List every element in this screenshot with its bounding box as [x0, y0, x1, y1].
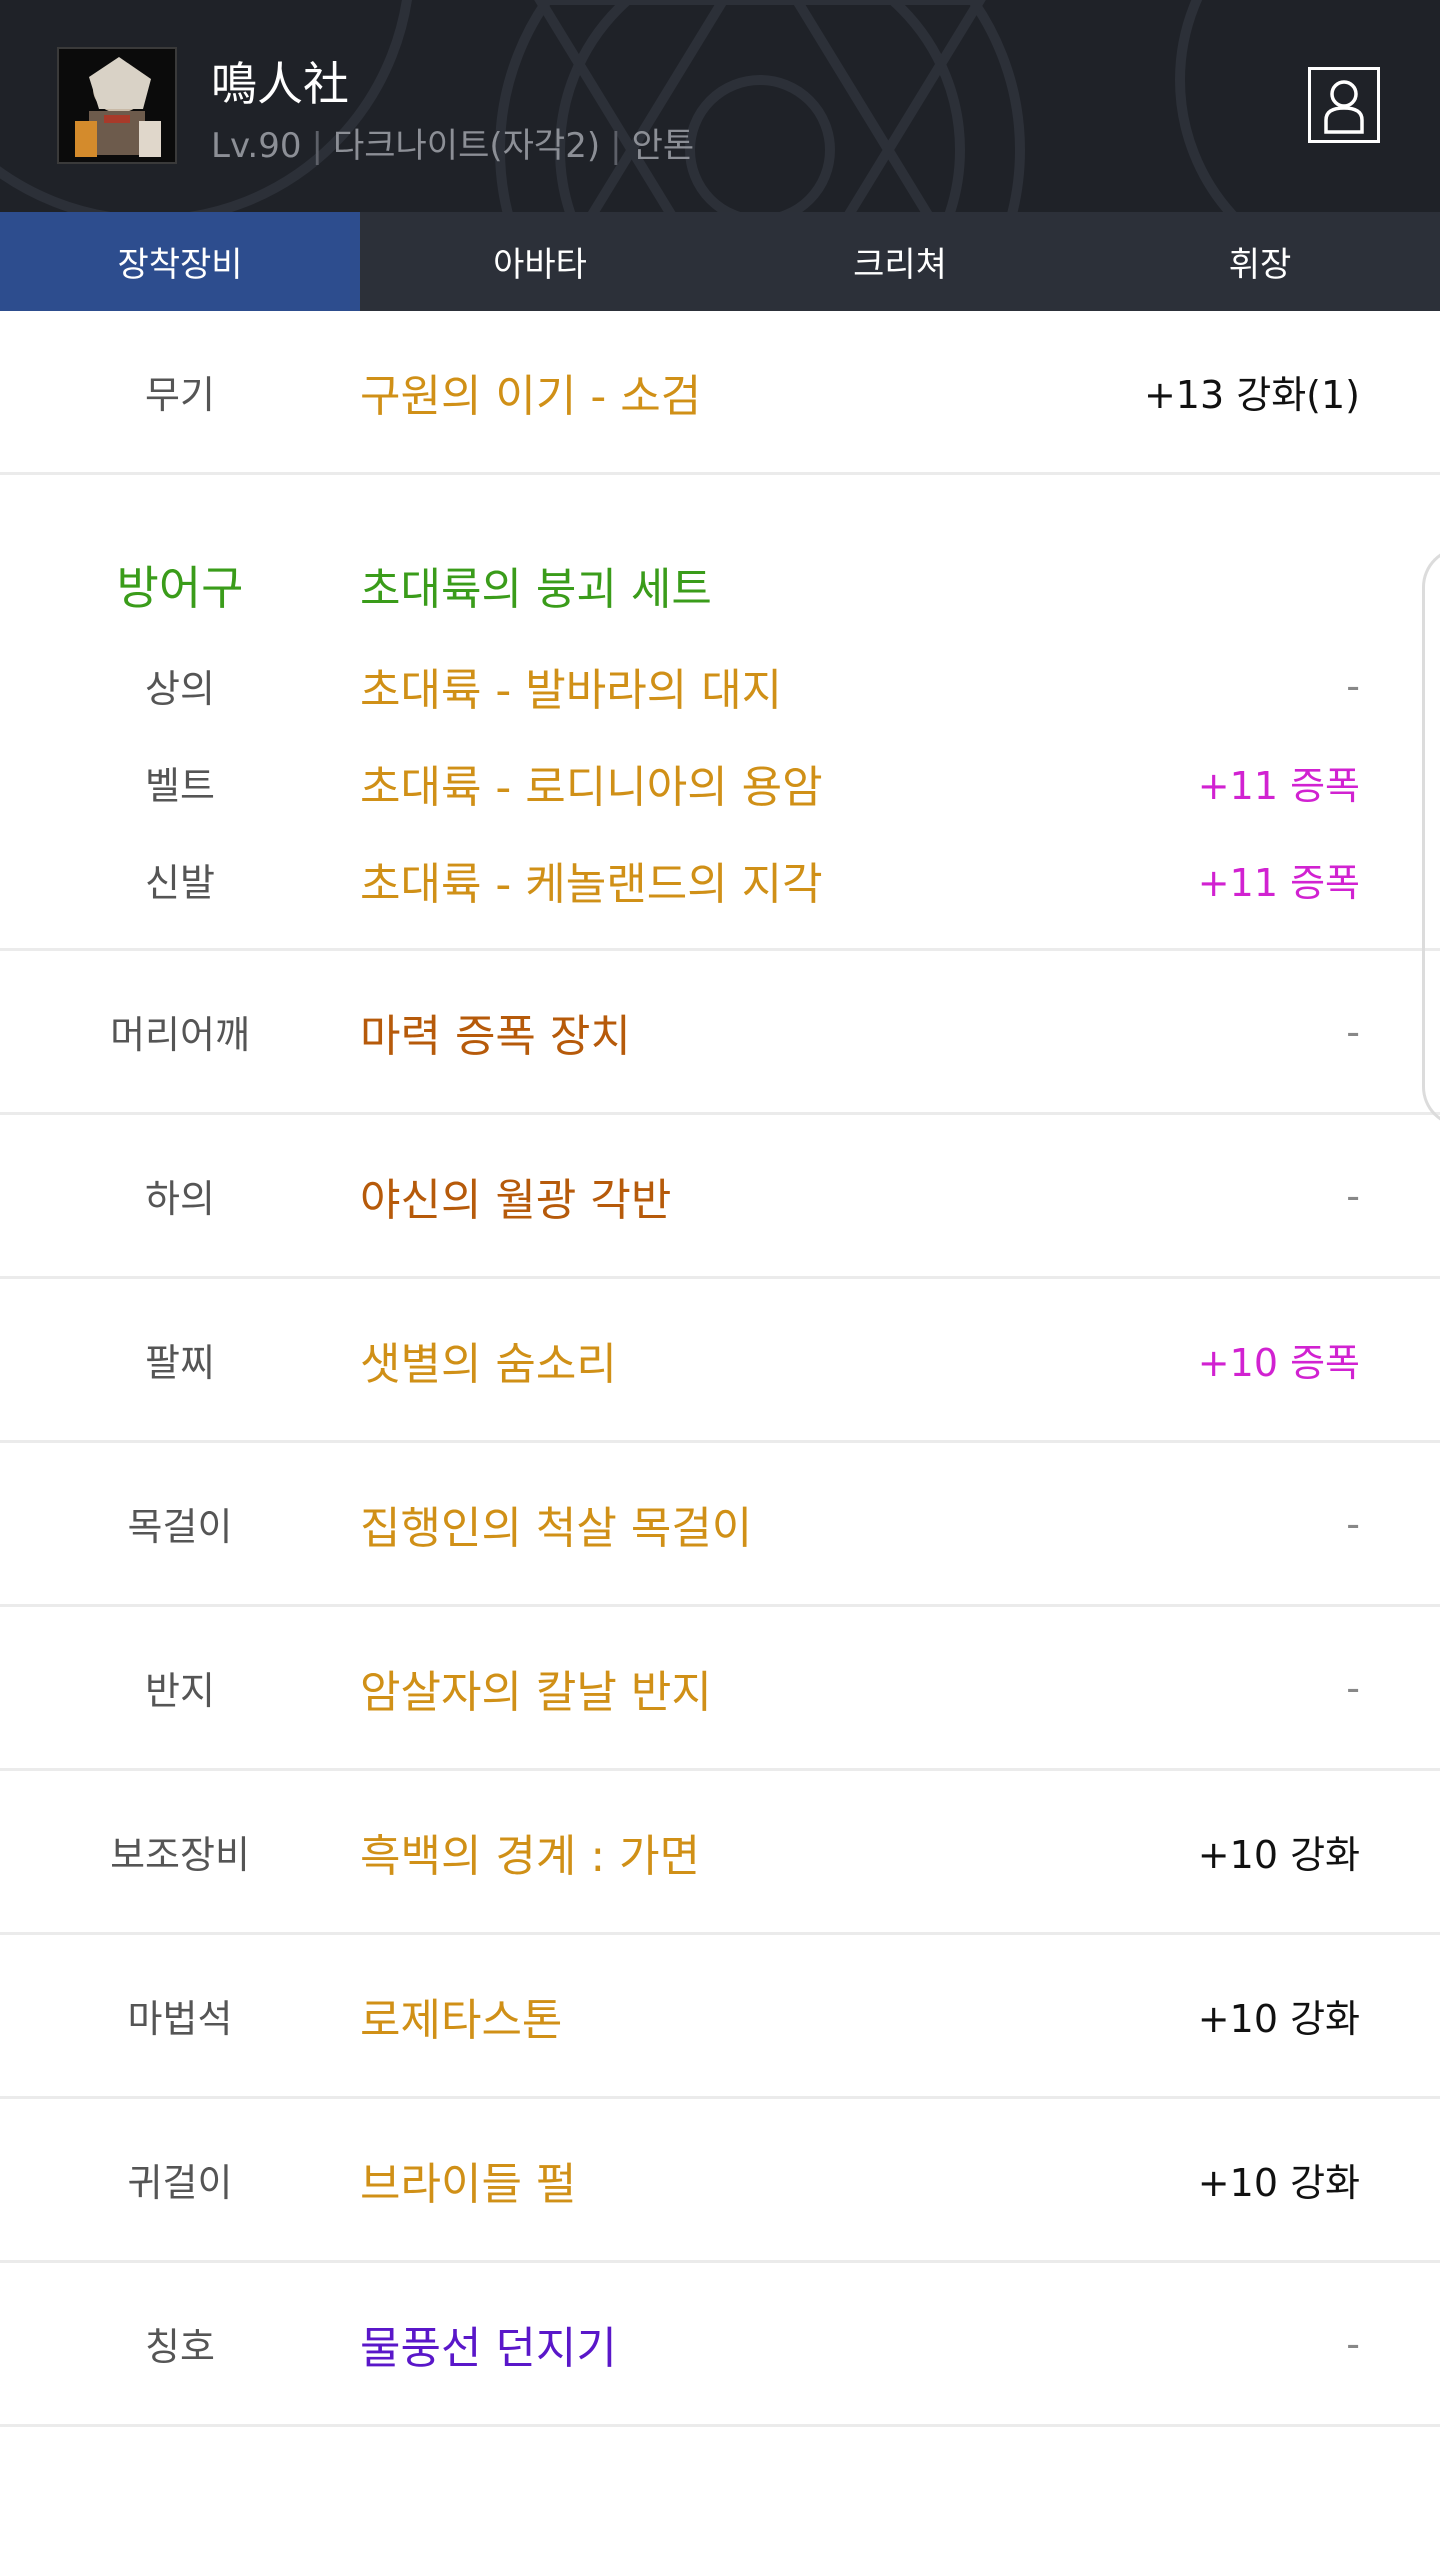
enhance-value: +13 강화(1) — [1143, 373, 1360, 417]
character-name: 鳴人社 — [211, 57, 349, 111]
item-name: 브라이들 펄 — [360, 2158, 577, 2210]
equipment-row[interactable]: 귀걸이 브라이들 펄 +10 강화 — [0, 2099, 1440, 2263]
item-name: 마력 증폭 장치 — [360, 1010, 631, 1062]
item-name: 초대륙 - 로디니아의 용암 — [360, 761, 823, 813]
item-name: 집행인의 척살 목걸이 — [360, 1502, 753, 1554]
enhance-value: +10 강화 — [1197, 1997, 1360, 2041]
equipment-list: 머리어깨 마력 증폭 장치 - 하의 야신의 월광 각반 - 팔찌 샛별의 숨소… — [0, 951, 1440, 2427]
equipment-row[interactable]: 반지 암살자의 칼날 반지 - — [0, 1607, 1440, 1771]
item-name: 샛별의 숨소리 — [360, 1338, 617, 1390]
slot-label: 귀걸이 — [127, 2161, 233, 2205]
item-name: 야신의 월광 각반 — [360, 1174, 672, 1226]
enhance-value: +11 증폭 — [1197, 861, 1360, 905]
equipment-row[interactable]: 목걸이 집행인의 척살 목걸이 - — [0, 1443, 1440, 1607]
enhance-value: - — [1346, 2321, 1360, 2366]
equipment-row[interactable]: 머리어깨 마력 증폭 장치 - — [0, 951, 1440, 1115]
item-name: 물풍선 던지기 — [360, 2322, 617, 2374]
profile-icon — [1324, 80, 1364, 134]
enhance-value: - — [1346, 1009, 1360, 1054]
item-name: 로제타스톤 — [360, 1994, 563, 2046]
slot-label: 팔찌 — [145, 1341, 215, 1385]
info-separator: | — [610, 126, 622, 166]
armor-piece-row[interactable]: 벨트 초대륙 - 로디니아의 용암 +11 증폭 — [0, 734, 1440, 831]
armor-piece-row[interactable]: 신발 초대륙 - 케놀랜드의 지각 +11 증폭 — [0, 831, 1440, 928]
slot-label: 마법석 — [127, 1997, 233, 2041]
slot-label: 칭호 — [145, 2325, 215, 2369]
enhance-value: - — [1346, 663, 1360, 708]
character-header: 鳴人社 Lv.90 | 다크나이트(자각2) | 안톤 — [0, 0, 1440, 212]
tab-bar: 장착장비 아바타 크리쳐 휘장 — [0, 212, 1440, 311]
equipment-row[interactable]: 하의 야신의 월광 각반 - — [0, 1115, 1440, 1279]
tab-equipped[interactable]: 장착장비 — [0, 212, 360, 311]
item-name: 구원의 이기 - 소검 — [360, 370, 702, 422]
armor-piece-row[interactable]: 상의 초대륙 - 발바라의 대지 - — [0, 637, 1440, 734]
slot-label: 보조장비 — [110, 1833, 250, 1877]
character-server: 안톤 — [631, 126, 695, 166]
character-portrait-icon — [59, 49, 175, 162]
equipment-row[interactable]: 칭호 물풍선 던지기 - — [0, 2263, 1440, 2427]
armor-set-name: 초대륙의 붕괴 세트 — [360, 564, 712, 615]
slot-label: 신발 — [145, 861, 215, 905]
item-name: 초대륙 - 케놀랜드의 지각 — [360, 858, 823, 910]
item-name: 흑백의 경계 : 가면 — [360, 1830, 701, 1882]
tab-avatar[interactable]: 아바타 — [360, 212, 720, 311]
enhance-value: +10 강화 — [1197, 2161, 1360, 2205]
tab-insignia[interactable]: 휘장 — [1080, 212, 1440, 311]
slot-label: 머리어깨 — [110, 1013, 250, 1057]
info-separator: | — [311, 126, 323, 166]
equipment-row[interactable]: 팔찌 샛별의 숨소리 +10 증폭 — [0, 1279, 1440, 1443]
enhance-value: +10 강화 — [1197, 1833, 1360, 1877]
slot-label: 하의 — [145, 1177, 215, 1221]
enhance-value: +10 증폭 — [1197, 1341, 1360, 1385]
slot-label: 무기 — [145, 373, 215, 417]
enhance-value: - — [1346, 1173, 1360, 1218]
slot-label: 상의 — [145, 667, 215, 711]
armor-set-slot: 방어구 — [116, 561, 244, 615]
character-job: 다크나이트(자각2) — [332, 126, 601, 166]
item-name: 암살자의 칼날 반지 — [360, 1666, 712, 1718]
slot-label: 반지 — [145, 1669, 215, 1713]
character-avatar[interactable] — [57, 47, 177, 164]
equipment-row-weapon[interactable]: 무기 구원의 이기 - 소검 +13 강화(1) — [0, 311, 1440, 475]
armor-set-block[interactable]: 방어구 초대륙의 붕괴 세트 상의 초대륙 - 발바라의 대지 - 벨트 초대륙… — [0, 475, 1440, 1127]
enhance-value: - — [1346, 1665, 1360, 1710]
profile-button[interactable] — [1308, 67, 1380, 143]
enhance-value: - — [1346, 1501, 1360, 1546]
slot-label: 목걸이 — [127, 1505, 233, 1549]
equipment-row[interactable]: 마법석 로제타스톤 +10 강화 — [0, 1935, 1440, 2099]
equipment-row[interactable]: 보조장비 흑백의 경계 : 가면 +10 강화 — [0, 1771, 1440, 1935]
side-drawer-handle[interactable] — [1422, 547, 1440, 1127]
character-level: Lv.90 — [211, 126, 302, 166]
enhance-value: +11 증폭 — [1197, 764, 1360, 808]
armor-set-header: 방어구 초대륙의 붕괴 세트 — [0, 533, 1440, 637]
slot-label: 벨트 — [145, 764, 215, 808]
character-info: Lv.90 | 다크나이트(자각2) | 안톤 — [211, 118, 694, 167]
tab-creature[interactable]: 크리쳐 — [720, 212, 1080, 311]
item-name: 초대륙 - 발바라의 대지 — [360, 664, 783, 716]
